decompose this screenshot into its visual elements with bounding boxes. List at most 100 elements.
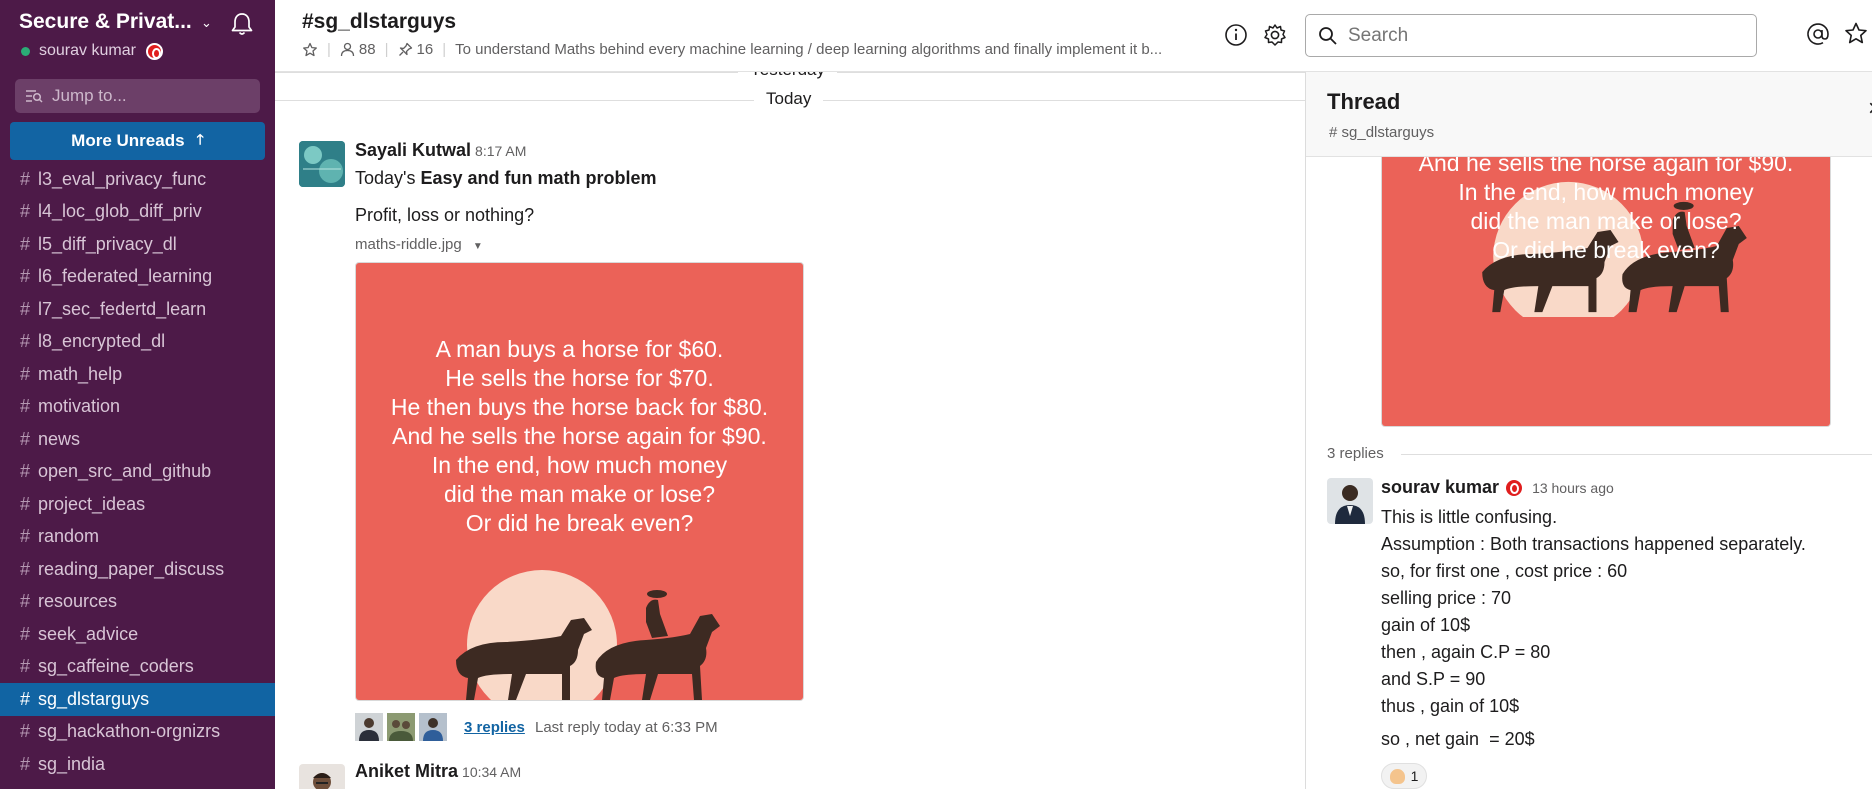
bell-icon[interactable] bbox=[229, 11, 255, 37]
author-name[interactable]: sourav kumar bbox=[1381, 477, 1499, 498]
sidebar-item-math-help[interactable]: # math_help bbox=[0, 358, 275, 391]
sidebar-item-sg-india[interactable]: # sg_india bbox=[0, 748, 275, 781]
avatar[interactable] bbox=[299, 764, 345, 789]
channel-label: open_src_and_github bbox=[38, 461, 212, 482]
close-icon[interactable]: × bbox=[1868, 95, 1872, 123]
channel-label: l7_sec_federtd_learn bbox=[38, 298, 207, 319]
thread-riddle-image[interactable]: And he sells the horse again for $90. In… bbox=[1381, 157, 1831, 427]
sidebar-item-seek-advice[interactable]: # seek_advice bbox=[0, 618, 275, 651]
hash-icon: # bbox=[20, 168, 31, 189]
sidebar-item-l7-sec-federtd-learn[interactable]: # l7_sec_federtd_learn bbox=[0, 293, 275, 326]
reply-avatar[interactable] bbox=[387, 713, 415, 741]
hash-icon: # bbox=[20, 656, 31, 677]
sidebar-item-random[interactable]: # random bbox=[0, 521, 275, 554]
riddle-line: In the end, how much money bbox=[1458, 179, 1754, 205]
search-box[interactable] bbox=[1305, 14, 1757, 57]
sidebar-item-open-src-and-github[interactable]: # open_src_and_github bbox=[0, 456, 275, 489]
file-name[interactable]: maths-riddle.jpg ▼ bbox=[355, 236, 483, 253]
reply-line: selling price : 70 bbox=[1381, 588, 1512, 608]
sidebar-item-sg-caffeine-coders[interactable]: # sg_caffeine_coders bbox=[0, 651, 275, 684]
sidebar-item-l3-eval-privacy-func[interactable]: # l3_eval_privacy_func bbox=[0, 163, 275, 196]
horse-silhouette bbox=[456, 570, 720, 700]
chevron-down-icon[interactable]: ⌄ bbox=[201, 15, 212, 31]
reply-author[interactable]: sourav kumar 13 hours ago bbox=[1381, 477, 1614, 498]
thread-replies-link[interactable]: 3 replies bbox=[464, 719, 525, 736]
message-author[interactable]: Aniket Mitra 10:34 AM bbox=[355, 761, 521, 782]
sidebar-item-l8-encrypted-dl[interactable]: # l8_encrypted_dl bbox=[0, 326, 275, 359]
riddle-line: A man buys a horse for $60. bbox=[435, 336, 724, 362]
message-time[interactable]: 10:34 AM bbox=[462, 764, 521, 780]
reply-avatar[interactable] bbox=[419, 713, 447, 741]
riddle-line: did the man make or lose? bbox=[443, 481, 716, 507]
hash-icon: # bbox=[20, 331, 31, 352]
message-text-bold: Easy and fun math problem bbox=[420, 168, 657, 188]
starred-items-icon[interactable] bbox=[1843, 21, 1869, 47]
reply-time[interactable]: 13 hours ago bbox=[1532, 480, 1614, 496]
channel-title[interactable]: #sg_dlstarguys bbox=[302, 10, 456, 34]
sidebar-item-reading-paper-discuss[interactable]: # reading_paper_discuss bbox=[0, 553, 275, 586]
riddle-line: In the end, how much money bbox=[431, 452, 728, 478]
hash-icon: # bbox=[20, 266, 31, 287]
thread-channel-name: sg_dlstarguys bbox=[1341, 124, 1435, 141]
status-badge-icon bbox=[1506, 479, 1523, 496]
avatar[interactable] bbox=[299, 141, 345, 187]
sidebar-item-news[interactable]: # news bbox=[0, 423, 275, 456]
sidebar-item-sg-hackathon-orgnizrs[interactable]: # sg_hackathon-orgnizrs bbox=[0, 716, 275, 749]
info-icon[interactable] bbox=[1223, 22, 1249, 48]
gear-icon[interactable] bbox=[1262, 22, 1288, 48]
at-mention-icon[interactable] bbox=[1805, 21, 1831, 47]
caret-down-icon[interactable]: ▼ bbox=[473, 241, 483, 252]
sidebar-item-sg-dlstarguys[interactable]: # sg_dlstarguys bbox=[0, 683, 275, 716]
pin-icon bbox=[398, 42, 412, 56]
hash-icon: # bbox=[20, 233, 31, 254]
channel-label: sg_hackathon-orgnizrs bbox=[38, 721, 221, 742]
channel-label: motivation bbox=[38, 396, 121, 417]
arrow-up-icon: 🡑 bbox=[196, 131, 204, 147]
hash-icon: # bbox=[20, 298, 31, 319]
hash-icon: # bbox=[20, 753, 31, 774]
riddle-line: And he sells the horse again for $90. bbox=[392, 423, 767, 449]
sidebar-item-motivation[interactable]: # motivation bbox=[0, 391, 275, 424]
sidebar-item-project-ideas[interactable]: # project_ideas bbox=[0, 488, 275, 521]
pinned-count[interactable]: 16 bbox=[417, 41, 434, 58]
channel-label: news bbox=[38, 428, 81, 449]
member-count[interactable]: 88 bbox=[359, 41, 376, 58]
star-icon[interactable] bbox=[302, 42, 318, 58]
hash-icon: # bbox=[1329, 124, 1342, 141]
reply-line: This is little confusing. bbox=[1381, 507, 1558, 527]
author-name[interactable]: Sayali Kutwal bbox=[355, 140, 471, 160]
riddle-line: He then buys the horse back for $80. bbox=[390, 394, 769, 420]
message-author[interactable]: Sayali Kutwal 8:17 AM bbox=[355, 140, 526, 161]
author-name[interactable]: Aniket Mitra bbox=[355, 761, 458, 781]
avatar[interactable] bbox=[1327, 478, 1373, 524]
current-user[interactable]: sourav kumar bbox=[21, 42, 163, 60]
divider: | bbox=[442, 41, 447, 58]
search-input[interactable] bbox=[1348, 24, 1728, 47]
sidebar-item-l4-loc-glob-diff-priv[interactable]: # l4_loc_glob_diff_priv bbox=[0, 196, 275, 229]
more-unreads-button[interactable]: More Unreads 🡑 bbox=[10, 122, 265, 160]
sidebar-item-l5-diff-privacy-dl[interactable]: # l5_diff_privacy_dl bbox=[0, 228, 275, 261]
reaction-button[interactable]: 1 bbox=[1381, 763, 1427, 789]
sidebar-item-l6-federated-learning[interactable]: # l6_federated_learning bbox=[0, 261, 275, 294]
search-icon bbox=[1319, 26, 1337, 45]
riddle-image[interactable]: A man buys a horse for $60. He sells the… bbox=[355, 262, 804, 701]
channel-topic[interactable]: To understand Maths behind every machine… bbox=[455, 41, 1215, 58]
hash-icon: # bbox=[20, 688, 31, 709]
hash-icon: # bbox=[20, 461, 31, 482]
hash-icon: # bbox=[20, 363, 31, 384]
reply-avatar[interactable] bbox=[355, 713, 383, 741]
message-text-prefix: Today's bbox=[355, 168, 421, 188]
day-label-yesterday[interactable]: Yesterday bbox=[738, 72, 837, 80]
workspace-name[interactable]: Secure & Privat... bbox=[19, 10, 192, 34]
sidebar-item-resources[interactable]: # resources bbox=[0, 586, 275, 619]
jump-to-search[interactable]: Jump to... bbox=[15, 79, 260, 113]
reply-line: and S.P = 90 bbox=[1381, 669, 1486, 689]
message-time[interactable]: 8:17 AM bbox=[475, 143, 526, 159]
day-label-today[interactable]: Today bbox=[754, 89, 824, 109]
hash-icon: # bbox=[20, 493, 31, 514]
channel-label: project_ideas bbox=[38, 493, 146, 514]
channel-label: l8_encrypted_dl bbox=[38, 331, 166, 352]
hash-icon: # bbox=[20, 526, 31, 547]
riddle-text: And he sells the horse again for $90. In… bbox=[1382, 157, 1830, 265]
thread-channel-link[interactable]: # sg_dlstarguys bbox=[1329, 124, 1434, 141]
